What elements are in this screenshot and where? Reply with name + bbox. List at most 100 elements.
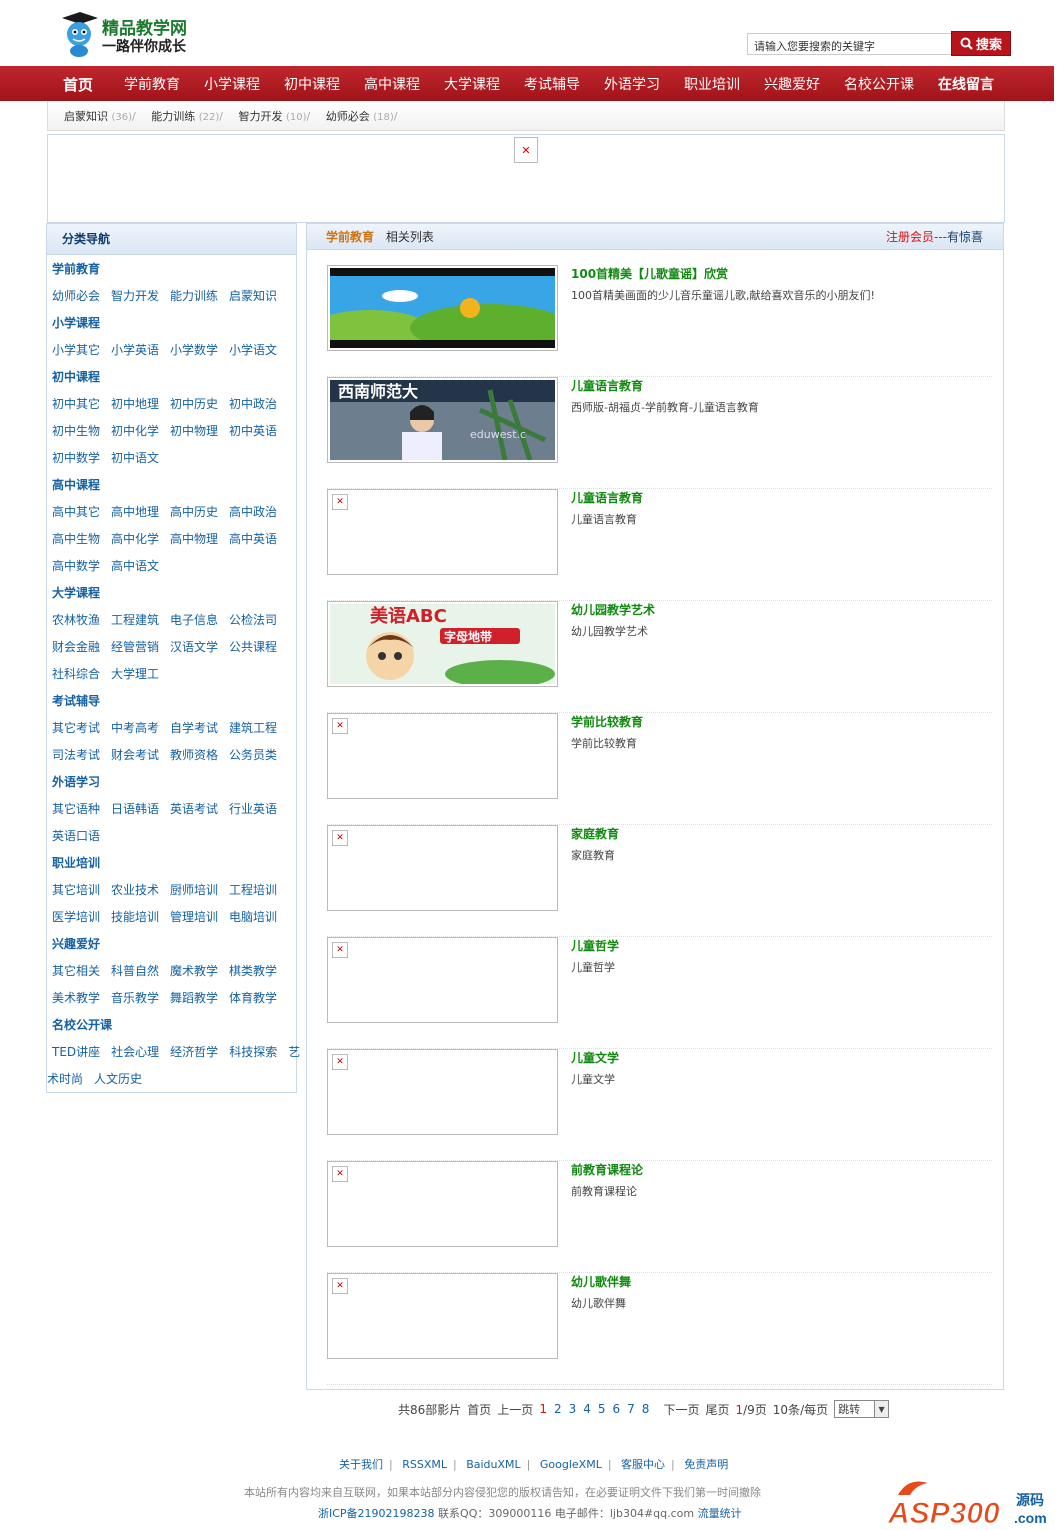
sidebar-link[interactable]: 农林牧渔 xyxy=(52,613,100,627)
sidebar-link[interactable]: 高中语文 xyxy=(111,559,159,573)
footer-link-about[interactable]: 关于我们 xyxy=(339,1458,383,1471)
item-thumbnail[interactable]: ✕ xyxy=(327,489,558,575)
sidebar-link[interactable]: 体育教学 xyxy=(229,991,277,1005)
sidebar-link[interactable]: 英语口语 xyxy=(52,829,100,843)
item-thumbnail[interactable]: 西南师范大 eduwest.c xyxy=(327,377,558,463)
register-link[interactable]: 注册会员 xyxy=(886,230,934,244)
sidebar-link[interactable]: 社科综合 xyxy=(52,667,100,681)
sidebar-link[interactable]: 高中生物 xyxy=(52,532,100,546)
sidebar-link[interactable]: 初中政治 xyxy=(229,397,277,411)
sidebar-link[interactable]: 经济哲学 xyxy=(170,1045,218,1059)
sidebar-link[interactable]: 高中英语 xyxy=(229,532,277,546)
sidebar-link[interactable]: TED讲座 xyxy=(52,1045,100,1059)
nav-senior[interactable]: 高中课程 xyxy=(364,74,420,94)
sidebar-link[interactable]: 初中语文 xyxy=(111,451,159,465)
sidebar-link[interactable]: 大学理工 xyxy=(111,667,159,681)
sidebar-link[interactable]: 魔术教学 xyxy=(170,964,218,978)
sidebar-link[interactable]: 工程培训 xyxy=(229,883,277,897)
nav-preschool[interactable]: 学前教育 xyxy=(124,74,180,94)
item-title-link[interactable]: 儿童文学 xyxy=(571,1049,619,1066)
sidebar-link[interactable]: 公检法司 xyxy=(229,613,277,627)
sidebar-link[interactable]: 能力训练 xyxy=(170,289,218,303)
sidebar-link[interactable]: 高中化学 xyxy=(111,532,159,546)
sidebar-link[interactable]: 小学其它 xyxy=(52,343,100,357)
sidebar-category[interactable]: 初中课程 xyxy=(52,364,298,391)
current-category[interactable]: 学前教育 xyxy=(326,230,374,244)
sidebar-link[interactable]: 幼师必会 xyxy=(52,289,100,303)
sidebar-link[interactable]: 科普自然 xyxy=(111,964,159,978)
page-number-link[interactable]: 6 xyxy=(613,1402,621,1416)
page-number-link[interactable]: 4 xyxy=(583,1402,591,1416)
nav-hobby[interactable]: 兴趣爱好 xyxy=(764,74,820,94)
page-number-link[interactable]: 3 xyxy=(569,1402,577,1416)
register-promo[interactable]: 注册会员---有惊喜 xyxy=(886,228,983,245)
sidebar-link[interactable]: 小学英语 xyxy=(111,343,159,357)
sidebar-link[interactable]: 初中数学 xyxy=(52,451,100,465)
sidebar-category[interactable]: 高中课程 xyxy=(52,472,298,499)
sidebar-category[interactable]: 外语学习 xyxy=(52,769,298,796)
sidebar-link[interactable]: 自学考试 xyxy=(170,721,218,735)
sidebar-link[interactable]: 高中其它 xyxy=(52,505,100,519)
sidebar-link[interactable]: 电子信息 xyxy=(170,613,218,627)
sidebar-link[interactable]: 高中数学 xyxy=(52,559,100,573)
nav-open-course[interactable]: 名校公开课 xyxy=(844,74,914,94)
sidebar-link[interactable]: 初中物理 xyxy=(170,424,218,438)
item-title-link[interactable]: 幼儿园教学艺术 xyxy=(571,601,655,618)
sidebar-link[interactable]: 科技探索 xyxy=(229,1045,277,1059)
sidebar-link[interactable]: 启蒙知识 xyxy=(229,289,277,303)
item-title-link[interactable]: 家庭教育 xyxy=(571,825,619,842)
item-thumbnail[interactable]: ✕ xyxy=(327,1161,558,1247)
sidebar-category[interactable]: 名校公开课 xyxy=(52,1012,298,1039)
sidebar-link[interactable]: 高中地理 xyxy=(111,505,159,519)
sidebar-link[interactable]: 其它相关 xyxy=(52,964,100,978)
sidebar-link[interactable]: 音乐教学 xyxy=(111,991,159,1005)
item-title-link[interactable]: 学前比较教育 xyxy=(571,713,643,730)
sidebar-link[interactable]: 英语考试 xyxy=(170,802,218,816)
sidebar-category[interactable]: 小学课程 xyxy=(52,310,298,337)
sidebar-link[interactable]: 舞蹈教学 xyxy=(170,991,218,1005)
nav-primary[interactable]: 小学课程 xyxy=(204,74,260,94)
sidebar-link[interactable]: 财会金融 xyxy=(52,640,100,654)
sidebar-link[interactable]: 公务员类 xyxy=(229,748,277,762)
last-page-link[interactable]: 尾页 xyxy=(705,1401,729,1418)
nav-language[interactable]: 外语学习 xyxy=(604,74,660,94)
item-thumbnail[interactable]: ✕ xyxy=(327,1273,558,1359)
sidebar-link[interactable]: 工程建筑 xyxy=(111,613,159,627)
page-number-link[interactable]: 1 xyxy=(539,1402,547,1416)
first-page-link[interactable]: 首页 xyxy=(467,1401,491,1418)
prev-page-link[interactable]: 上一页 xyxy=(497,1401,533,1418)
sidebar-link[interactable]: 初中地理 xyxy=(111,397,159,411)
sidebar-category[interactable]: 考试辅导 xyxy=(52,688,298,715)
sidebar-link[interactable]: 高中物理 xyxy=(170,532,218,546)
footer-link-baidu[interactable]: BaiduXML xyxy=(466,1458,520,1471)
sidebar-link[interactable]: 高中政治 xyxy=(229,505,277,519)
item-title-link[interactable]: 儿童哲学 xyxy=(571,937,619,954)
item-title-link[interactable]: 幼儿歌伴舞 xyxy=(571,1273,631,1290)
footer-link-disclaimer[interactable]: 免责声明 xyxy=(684,1458,728,1471)
sidebar-link[interactable]: 日语韩语 xyxy=(111,802,159,816)
item-title-link[interactable]: 100首精美【儿歌童谣】欣赏 xyxy=(571,265,728,282)
stats-link[interactable]: 流量统计 xyxy=(698,1507,742,1520)
search-button[interactable]: 搜索 xyxy=(951,31,1011,56)
sidebar-link[interactable]: 初中历史 xyxy=(170,397,218,411)
sidebar-link[interactable]: 小学语文 xyxy=(229,343,277,357)
sidebar-link[interactable]: 司法考试 xyxy=(52,748,100,762)
sidebar-category[interactable]: 大学课程 xyxy=(52,580,298,607)
sidebar-link[interactable]: 艺 xyxy=(288,1045,300,1059)
subnav-item[interactable]: 启蒙知识 xyxy=(64,110,108,123)
sidebar-link[interactable]: 电脑培训 xyxy=(229,910,277,924)
search-input[interactable]: 请输入您要搜索的关键字 xyxy=(747,33,951,55)
sidebar-link[interactable]: 技能培训 xyxy=(111,910,159,924)
sidebar-link[interactable]: 财会考试 xyxy=(111,748,159,762)
sidebar-link[interactable]: 初中化学 xyxy=(111,424,159,438)
jump-select[interactable]: 跳转 ▼ xyxy=(834,1400,890,1418)
item-thumbnail[interactable]: ✕ xyxy=(327,825,558,911)
page-number-link[interactable]: 5 xyxy=(598,1402,606,1416)
subnav-item[interactable]: 智力开发 xyxy=(239,110,283,123)
sidebar-link[interactable]: 初中其它 xyxy=(52,397,100,411)
sidebar-link[interactable]: 社会心理 xyxy=(111,1045,159,1059)
nav-career[interactable]: 职业培训 xyxy=(684,74,740,94)
sidebar-link[interactable]: 人文历史 xyxy=(94,1072,142,1086)
subnav-item[interactable]: 能力训练 xyxy=(151,110,195,123)
sidebar-link[interactable]: 教师资格 xyxy=(170,748,218,762)
